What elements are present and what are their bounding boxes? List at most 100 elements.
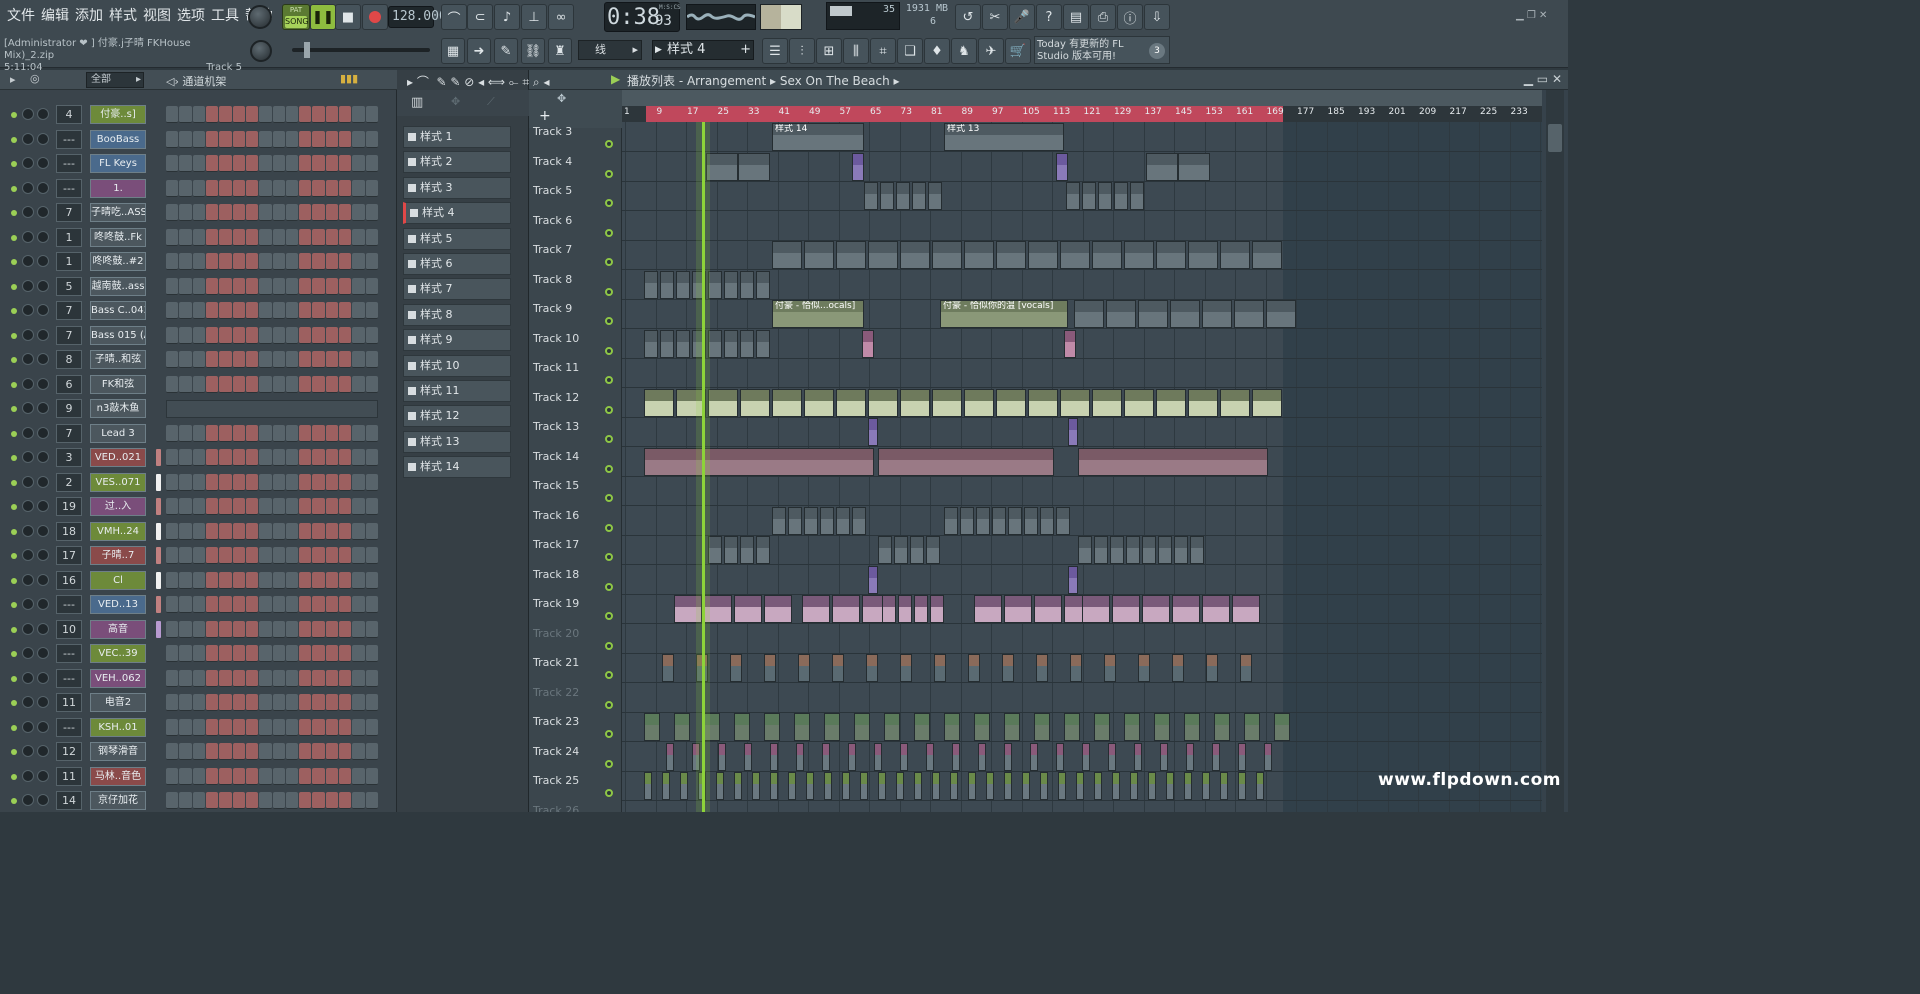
track-header[interactable]: Track 19 <box>533 596 617 624</box>
playlist-clip[interactable] <box>1126 536 1140 564</box>
channel-mixer-track[interactable]: 8 <box>56 350 82 369</box>
step-button[interactable] <box>232 277 245 295</box>
time-display[interactable]: 0:38 93 M:S:CS <box>604 2 681 32</box>
playlist-clip[interactable] <box>1092 241 1122 269</box>
step-button[interactable] <box>245 767 259 785</box>
channel-mixer-track[interactable]: 2 <box>56 472 82 492</box>
playlist-clip[interactable] <box>752 772 760 800</box>
playlist-clip[interactable] <box>660 270 674 299</box>
track-enable-led[interactable] <box>605 317 613 325</box>
step-button[interactable] <box>299 473 312 491</box>
step-button[interactable] <box>219 473 232 491</box>
track-header[interactable]: Track 9 <box>533 301 617 329</box>
step-button[interactable] <box>245 302 259 319</box>
step-button[interactable] <box>325 669 339 687</box>
step-button[interactable] <box>365 424 378 442</box>
playlist-clip[interactable] <box>968 654 980 682</box>
step-button[interactable] <box>219 792 232 809</box>
step-button[interactable] <box>166 277 179 295</box>
step-button[interactable] <box>365 767 378 785</box>
channel-pan-knob[interactable] <box>22 696 34 708</box>
playlist-clip[interactable] <box>914 713 930 741</box>
track-enable-led[interactable] <box>605 464 613 473</box>
pattern-selector[interactable]: ▶ 样式 4 + <box>652 40 754 60</box>
playlist-clip[interactable] <box>926 536 940 564</box>
channel-mute-led[interactable] <box>11 332 17 339</box>
step-button[interactable] <box>192 326 205 344</box>
channel-mixer-track[interactable]: 14 <box>56 791 82 810</box>
channel-pan-knob[interactable] <box>22 671 34 684</box>
channel-volume-knob[interactable] <box>37 769 49 782</box>
playlist-clip[interactable] <box>1066 182 1080 210</box>
step-button[interactable] <box>259 571 272 589</box>
channel-mute-led[interactable] <box>11 479 17 486</box>
step-button[interactable] <box>259 718 272 736</box>
step-button[interactable] <box>352 498 365 515</box>
playlist-clip[interactable] <box>1028 241 1058 269</box>
playlist-clip[interactable] <box>974 713 990 741</box>
step-button[interactable] <box>259 253 272 270</box>
channel-mixer-track[interactable]: 17 <box>56 546 82 565</box>
step-button[interactable] <box>272 792 285 809</box>
step-button[interactable] <box>192 792 205 809</box>
step-button[interactable] <box>245 547 259 564</box>
step-button[interactable] <box>325 302 339 319</box>
playlist-clip[interactable] <box>992 506 1006 535</box>
track-enable-led[interactable] <box>605 523 613 532</box>
channel-mute-led[interactable] <box>11 724 17 731</box>
step-button[interactable] <box>192 302 205 319</box>
step-button[interactable] <box>259 155 272 172</box>
step-sequencer[interactable] <box>166 179 378 198</box>
step-button[interactable] <box>299 522 312 540</box>
channel-pan-knob[interactable] <box>22 524 34 537</box>
playlist-clip[interactable] <box>716 772 724 800</box>
step-button[interactable] <box>365 498 378 515</box>
step-button[interactable] <box>312 204 325 221</box>
channel-pan-knob[interactable] <box>22 255 34 267</box>
step-button[interactable] <box>299 449 312 466</box>
step-button[interactable] <box>219 571 232 589</box>
playlist-clip[interactable] <box>1156 241 1186 269</box>
channel-select-indicator[interactable] <box>156 522 161 540</box>
step-button[interactable] <box>272 645 285 662</box>
step-sequencer[interactable] <box>166 743 378 761</box>
channel-pan-knob[interactable] <box>22 745 34 757</box>
channel-pan-knob[interactable] <box>22 500 34 512</box>
channel-volume-knob[interactable] <box>37 328 49 341</box>
step-button[interactable] <box>312 645 325 662</box>
channel-mute-led[interactable] <box>11 504 17 510</box>
playlist-clip[interactable] <box>832 654 844 682</box>
snap-select[interactable]: 线 ▸ <box>578 40 642 60</box>
playlist-clip[interactable] <box>1070 654 1082 682</box>
step-sequencer[interactable] <box>166 302 378 320</box>
step-button[interactable] <box>272 767 285 785</box>
channel-row[interactable]: --- 1. <box>4 178 392 200</box>
playlist-clip[interactable] <box>852 152 864 181</box>
channel-pan-knob[interactable] <box>22 132 34 145</box>
menu-item-0[interactable]: 文件 <box>4 6 38 26</box>
record-button[interactable] <box>362 4 388 30</box>
playlist-clip[interactable] <box>676 270 690 299</box>
step-button[interactable] <box>219 424 232 442</box>
channel-mute-led[interactable] <box>11 651 17 657</box>
step-edit-button[interactable]: ⊥ <box>521 4 547 30</box>
stamp-icon[interactable]: ♜ <box>548 38 572 64</box>
step-button[interactable] <box>166 547 179 564</box>
step-button[interactable] <box>339 547 352 564</box>
step-button[interactable] <box>312 106 325 123</box>
step-button[interactable] <box>232 326 245 344</box>
playlist-clip[interactable] <box>724 536 738 564</box>
step-button[interactable] <box>299 694 312 711</box>
channel-volume-knob[interactable] <box>37 549 49 561</box>
save-icon[interactable]: ▤ <box>1063 4 1089 30</box>
playlist-clip[interactable] <box>1266 300 1296 328</box>
playlist-clip[interactable] <box>764 595 792 623</box>
step-sequencer[interactable] <box>166 473 378 492</box>
step-button[interactable] <box>219 620 232 638</box>
playlist-clip[interactable] <box>1058 772 1066 800</box>
step-button[interactable] <box>339 130 352 148</box>
channel-mute-led[interactable] <box>11 749 17 755</box>
rack-filter[interactable]: 全部 ▸ <box>86 72 144 88</box>
channel-mute-led[interactable] <box>11 406 17 412</box>
step-button[interactable] <box>339 792 352 809</box>
